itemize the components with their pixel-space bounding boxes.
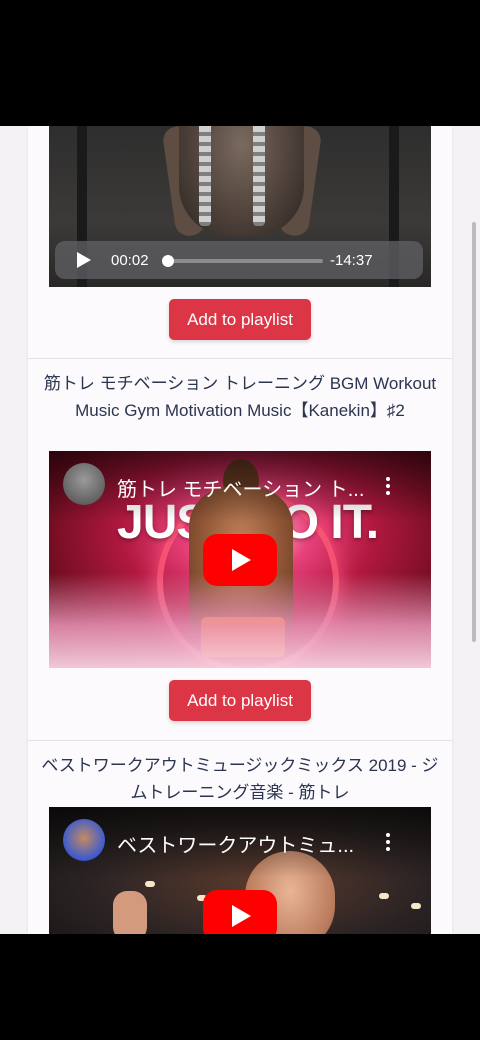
chain [253, 126, 265, 226]
gym-light [379, 893, 389, 899]
add-to-playlist-button[interactable]: Add to playlist [169, 680, 311, 721]
divider [28, 740, 452, 741]
embed-title[interactable]: 筋トレ モチベーション ト... [117, 473, 377, 502]
seek-bar[interactable] [163, 259, 323, 263]
gym-light [411, 903, 421, 909]
embed-title[interactable]: ベストワークアウトミュ... [117, 829, 377, 858]
divider [28, 358, 452, 359]
more-vertical-icon[interactable] [379, 475, 397, 499]
video-list: 00:02 -14:37 Add to playlist 筋トレ モチベーション… [28, 126, 452, 934]
scrollbar[interactable] [472, 222, 476, 642]
play-icon[interactable] [77, 252, 91, 268]
video-title: ベストワークアウトミュージックミックス 2019 - ジムトレーニング音楽 - … [41, 756, 439, 802]
add-to-playlist-button[interactable]: Add to playlist [169, 299, 311, 340]
smoke [49, 573, 431, 668]
page-viewport: 00:02 -14:37 Add to playlist 筋トレ モチベーション… [0, 126, 480, 934]
seek-handle[interactable] [162, 255, 174, 267]
youtube-embed-3[interactable]: ベストワークアウトミュ... [49, 807, 431, 934]
more-vertical-icon[interactable] [379, 831, 397, 855]
youtube-play-icon[interactable] [203, 534, 277, 586]
chain [199, 126, 211, 226]
athlete-torso [179, 126, 304, 236]
athlete-hand [113, 891, 147, 934]
video-title: 筋トレ モチベーション トレーニング BGM Workout Music Gym… [43, 374, 437, 420]
video-controls: 00:02 -14:37 [55, 241, 423, 279]
remaining-time: -14:37 [330, 252, 373, 269]
gym-light [145, 881, 155, 887]
youtube-play-icon[interactable] [203, 890, 277, 934]
channel-avatar[interactable] [63, 463, 105, 505]
youtube-embed-2[interactable]: JUST DO IT. 筋トレ モチベーション ト... [49, 451, 431, 668]
channel-avatar[interactable] [63, 819, 105, 861]
video-player-1[interactable]: 00:02 -14:37 [49, 126, 431, 287]
current-time: 00:02 [111, 252, 149, 269]
